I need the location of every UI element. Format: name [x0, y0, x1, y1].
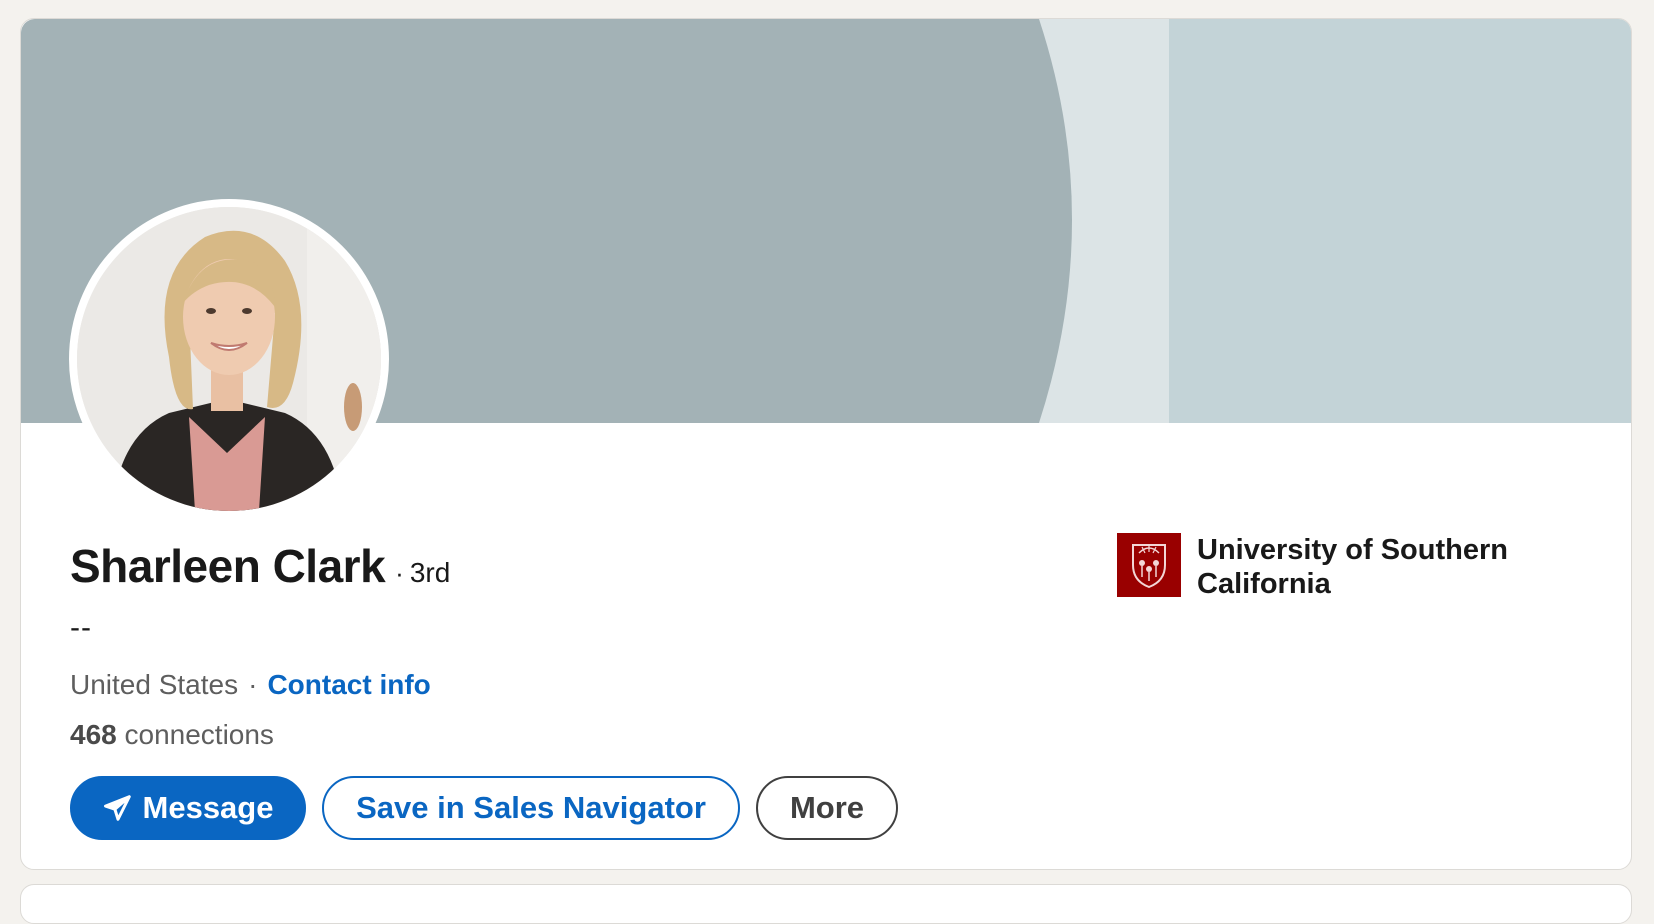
usc-seal-icon [1117, 533, 1181, 597]
education-summary[interactable]: University of Southern California [1117, 533, 1517, 601]
location-separator: · [248, 669, 258, 700]
profile-photo[interactable] [69, 199, 389, 519]
message-button-label: Message [142, 790, 274, 825]
name-row: Sharleen Clark · 3rd [70, 539, 450, 593]
more-button[interactable]: More [756, 776, 898, 840]
profile-location: United States [70, 669, 239, 700]
school-name: University of Southern California [1197, 534, 1508, 600]
profile-headline: -- [70, 611, 92, 644]
degree-separator: · [395, 558, 404, 588]
next-section-card [20, 884, 1632, 924]
contact-info-link[interactable]: Contact info [267, 669, 430, 701]
profile-name: Sharleen Clark [70, 540, 386, 592]
send-icon [103, 793, 133, 823]
profile-photo-image [77, 207, 381, 511]
connections-label: connections [124, 719, 274, 750]
connections-count: 468 connections [70, 719, 274, 751]
message-button[interactable]: Message [70, 776, 306, 840]
connections-number: 468 [70, 719, 117, 750]
save-sales-navigator-button[interactable]: Save in Sales Navigator [322, 776, 740, 840]
connection-degree: 3rd [409, 557, 451, 588]
location-row: United States · Contact info [70, 669, 431, 701]
profile-card: Sharleen Clark · 3rd -- United States · … [20, 18, 1632, 870]
